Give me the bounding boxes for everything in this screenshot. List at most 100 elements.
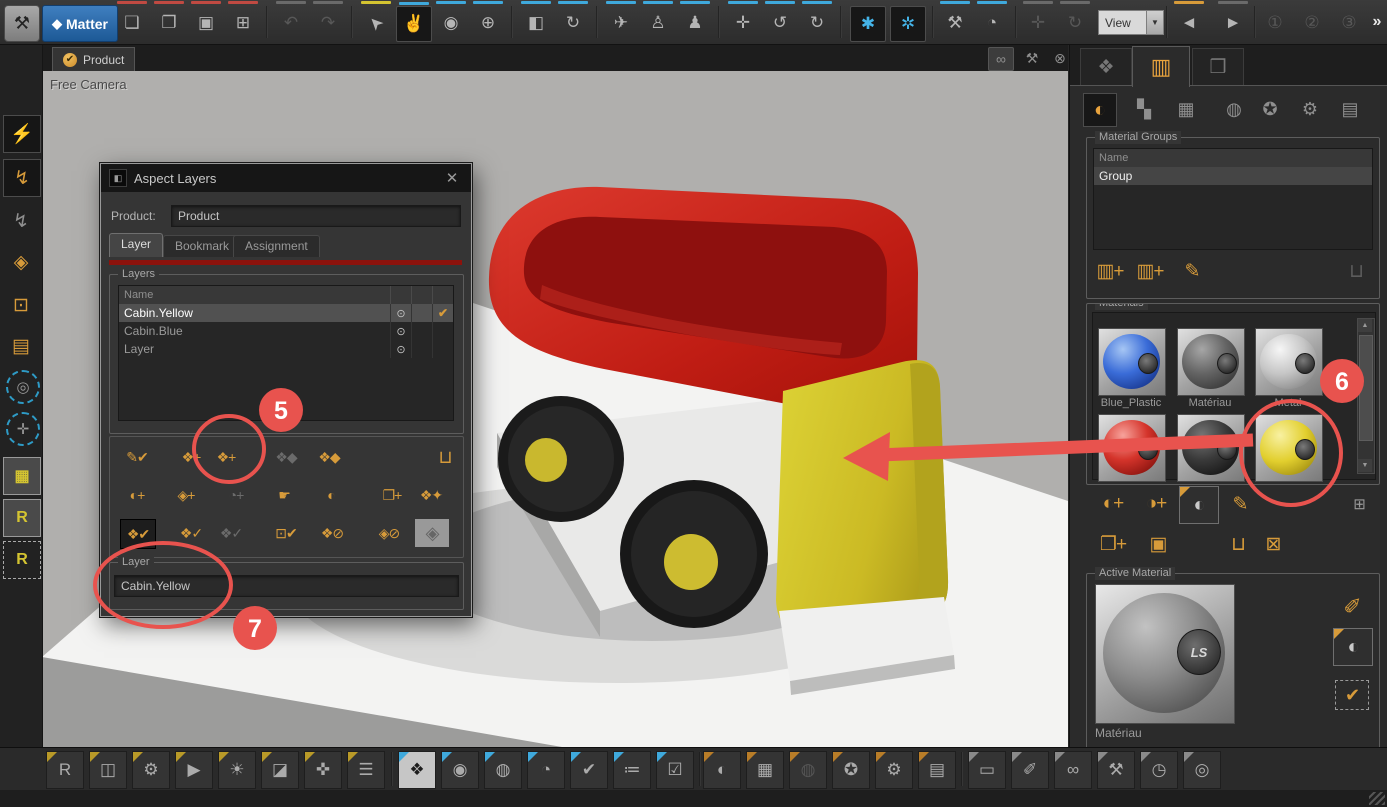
- link-views-button[interactable]: ∞: [988, 47, 1014, 71]
- surfaces-materials-button[interactable]: ❖: [398, 751, 436, 789]
- filter-checked-button[interactable]: ❖✓: [174, 519, 208, 547]
- avatar-mode-button[interactable]: ♟: [678, 6, 712, 40]
- material-thumb-materiau[interactable]: [1177, 328, 1245, 396]
- delete-material-button[interactable]: ⊔: [1221, 529, 1255, 559]
- pick-surfaces-button[interactable]: ☛: [267, 481, 301, 509]
- catalog-textures-button[interactable]: ▦: [1170, 93, 1202, 125]
- dialog-title-bar[interactable]: ◧ Aspect Layers ✕: [101, 164, 471, 192]
- target-button[interactable]: ◎: [1183, 751, 1221, 789]
- thumbnail-size-button[interactable]: ⊞: [1342, 489, 1376, 519]
- delete-group-button[interactable]: ⊔: [1339, 256, 1373, 286]
- add-tag-layer-button[interactable]: ◈+: [169, 481, 203, 509]
- rename-group-button[interactable]: ✎: [1175, 256, 1209, 286]
- remove-diamond-button[interactable]: ❖◆: [269, 443, 303, 471]
- tag-disabled-button[interactable]: ◈: [415, 519, 449, 547]
- surface-target-button[interactable]: ⊡: [3, 287, 39, 323]
- annotate-button[interactable]: ✐: [1011, 751, 1049, 789]
- view-orbit-button[interactable]: ◔: [975, 6, 1009, 40]
- dialog-close-button[interactable]: ✕: [441, 169, 463, 187]
- translate-object-button[interactable]: ✛: [726, 6, 760, 40]
- view-dropdown[interactable]: View▼: [1098, 10, 1164, 35]
- unlink-layers-button[interactable]: ❖⊘: [315, 519, 349, 547]
- catalog-environment-button[interactable]: ✪: [1254, 93, 1286, 125]
- postprocess-button[interactable]: ▤: [918, 751, 956, 789]
- orbit-add-button[interactable]: ✛: [6, 412, 40, 446]
- pick-material-button[interactable]: ✐: [1335, 592, 1369, 622]
- material-thumb-black[interactable]: [1177, 414, 1245, 482]
- catalog-effects-button[interactable]: ⚙: [1294, 93, 1326, 125]
- zoom-tool-button[interactable]: ⊕: [471, 6, 505, 40]
- camera-3-button[interactable]: ③: [1332, 6, 1366, 40]
- rotate-object-button[interactable]: ↺: [763, 6, 797, 40]
- translate-view-button[interactable]: ✛: [1021, 6, 1055, 40]
- surfaces-position-button[interactable]: ◉: [441, 751, 479, 789]
- product-input[interactable]: Product: [171, 205, 461, 227]
- name-column-header[interactable]: Name: [1094, 149, 1372, 167]
- matter-module-button[interactable]: ◆Matter: [42, 5, 118, 42]
- apply-material-button[interactable]: ✔: [1335, 680, 1369, 710]
- filter-unchecked-button[interactable]: ❖✓: [214, 519, 248, 547]
- tab-library-archive[interactable]: ❒: [1192, 48, 1244, 85]
- group-row[interactable]: Group: [1094, 167, 1372, 185]
- rotate-view-button[interactable]: ↻: [1058, 6, 1092, 40]
- save-material-button[interactable]: ▣: [1141, 529, 1175, 559]
- layer-row-layer[interactable]: Layer ⊙: [119, 340, 453, 358]
- walk-mode-button[interactable]: ♙: [641, 6, 675, 40]
- toolbar-overflow-button[interactable]: »: [1368, 8, 1386, 36]
- checklist-button[interactable]: ☑: [656, 751, 694, 789]
- resize-grip[interactable]: [1369, 792, 1385, 805]
- layer-row-cabin-yellow[interactable]: Cabin.Yellow ⊙ ✔: [119, 304, 453, 322]
- textures-button[interactable]: ▦: [746, 751, 784, 789]
- catalog-checker-button[interactable]: ▚: [1128, 93, 1160, 125]
- default-material-button[interactable]: ◐: [1179, 486, 1219, 524]
- eye-icon[interactable]: ⊙: [390, 340, 411, 358]
- create-layer-button[interactable]: ❖+: [209, 443, 243, 471]
- surfaces-visibility-button[interactable]: ◔: [527, 751, 565, 789]
- video-button[interactable]: ▶: [175, 751, 213, 789]
- history-button[interactable]: ◷: [1140, 751, 1178, 789]
- surfaces-highlight-off-button[interactable]: ↯: [3, 159, 41, 197]
- empty-cell[interactable]: [432, 340, 453, 358]
- check-icon[interactable]: ✔: [432, 304, 453, 322]
- material-thumb-yellow[interactable]: [1255, 414, 1323, 482]
- name-column-header[interactable]: Name: [119, 286, 390, 304]
- material-thumb-blue-plastic[interactable]: [1098, 328, 1166, 396]
- pan-tool-button[interactable]: ✌: [396, 6, 432, 42]
- fly-mode-button[interactable]: ✈: [604, 6, 638, 40]
- add-group-button[interactable]: ▥+: [1093, 256, 1127, 286]
- adjustments-button[interactable]: ☰: [347, 751, 385, 789]
- snapshots-button[interactable]: ◫: [89, 751, 127, 789]
- layer-name[interactable]: Cabin.Yellow: [119, 304, 390, 322]
- open-file-button[interactable]: ❐: [152, 6, 186, 40]
- material-layer-button[interactable]: ◐: [314, 481, 348, 509]
- camera-1-button[interactable]: ①: [1258, 6, 1292, 40]
- orbit-tool-button[interactable]: ◉: [434, 6, 468, 40]
- config-list-button[interactable]: ≔: [613, 751, 651, 789]
- lock-column-header[interactable]: [411, 286, 432, 304]
- tab-layer[interactable]: Layer: [109, 233, 163, 257]
- save-button[interactable]: ▣: [189, 6, 223, 40]
- touch-rotate-button[interactable]: ✲: [890, 6, 926, 42]
- visibility-column-header[interactable]: [390, 286, 411, 304]
- rename-material-button[interactable]: ✎: [1223, 489, 1257, 519]
- catalog-materials-button[interactable]: ◐: [1083, 93, 1117, 127]
- check-selection-button[interactable]: ⊡✔: [269, 519, 303, 547]
- scrollbar-thumb[interactable]: [1359, 335, 1373, 441]
- surfaces-environment-button[interactable]: ◍: [484, 751, 522, 789]
- check-column-header[interactable]: [432, 286, 453, 304]
- default-sphere-button[interactable]: ◐: [1333, 628, 1373, 666]
- tab-library[interactable]: ▥: [1132, 46, 1190, 87]
- camera-tool-button[interactable]: ◧: [519, 6, 553, 40]
- assign-diamond-button[interactable]: ❖◆: [312, 443, 346, 471]
- empty-cell[interactable]: [432, 322, 453, 340]
- preferences-button[interactable]: ⚒: [1097, 751, 1135, 789]
- realtime-toggle-button[interactable]: ⚡: [3, 115, 41, 153]
- eye-icon[interactable]: ⊙: [390, 304, 411, 322]
- save-as-button[interactable]: ⊞: [226, 6, 260, 40]
- next-view-button[interactable]: ►: [1216, 6, 1250, 40]
- surfaces-highlight-button[interactable]: ↯: [3, 203, 39, 239]
- add-visibility-layer-button[interactable]: ◔+: [219, 481, 253, 509]
- environment-button[interactable]: ✪: [832, 751, 870, 789]
- surfaces-diamonds-button[interactable]: ◈: [3, 244, 39, 280]
- tab-products[interactable]: ❖: [1080, 48, 1132, 85]
